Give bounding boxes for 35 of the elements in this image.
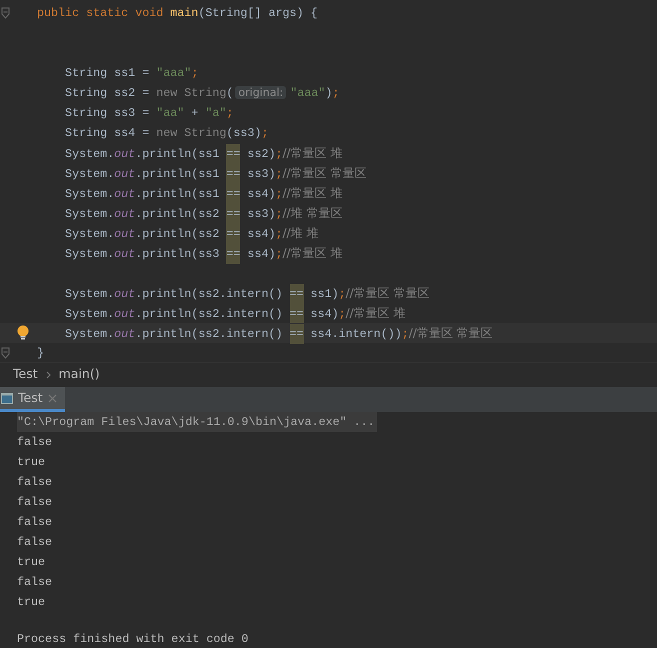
code-line: System.out.println(ss2 == ss4);//堆 堆 (37, 222, 318, 244)
console-output: false (17, 495, 52, 509)
run-tab[interactable]: Test (0, 387, 65, 412)
breadcrumb-item[interactable]: main() (58, 365, 100, 384)
lightbulb-icon[interactable] (17, 325, 29, 340)
console-output: false (17, 535, 52, 549)
code-line: System.out.println(ss2.intern() == ss1);//常量区 常量区 (37, 282, 430, 304)
code-line: System.out.println(ss2.intern() == ss4.intern());//常量区 常量区 (37, 322, 493, 344)
console-footer: Process finished with exit code 0 (17, 632, 248, 646)
code-line: System.out.println(ss3 == ss4);//常量区 堆 (37, 242, 342, 264)
console-output: true (17, 595, 46, 609)
fold-icon[interactable] (1, 347, 10, 359)
code-line: System.out.println(ss1 == ss3);//常量区 常量区 (37, 162, 366, 184)
chevron-icon (46, 370, 51, 378)
code-line: System.out.println(ss2.intern() == ss4);//常量区 堆 (37, 302, 406, 324)
console-output: false (17, 435, 52, 449)
code-line: System.out.println(ss1 == ss4);//常量区 堆 (37, 182, 342, 204)
code-line: String ss3 = "aa" + "a"; (64, 105, 234, 122)
breadcrumb-item[interactable]: Test (13, 365, 38, 384)
code-line: } (37, 345, 44, 362)
console-output: false (17, 575, 52, 589)
code-line: System.out.println(ss1 == ss2);//常量区 堆 (37, 142, 342, 164)
code-line: String ss2 = new String( original: "aaa"); (64, 85, 340, 102)
console-output: true (17, 555, 46, 569)
console-icon (1, 392, 13, 404)
fold-icon[interactable] (1, 7, 10, 19)
console-command: "C:\Program Files\Java\jdk-11.0.9\bin\java.exe" ... (17, 412, 377, 432)
close-icon[interactable] (48, 394, 57, 402)
code-line: public static void main(String[] args) { (37, 5, 318, 22)
console-output: false (17, 515, 52, 529)
code-line: String ss1 = "aaa"; (64, 65, 198, 82)
console-output: false (17, 475, 52, 489)
code-line: String ss4 = new String(ss3); (64, 125, 268, 142)
console-output: true (17, 455, 46, 469)
code-line: System.out.println(ss2 == ss3);//堆 常量区 (37, 202, 342, 224)
